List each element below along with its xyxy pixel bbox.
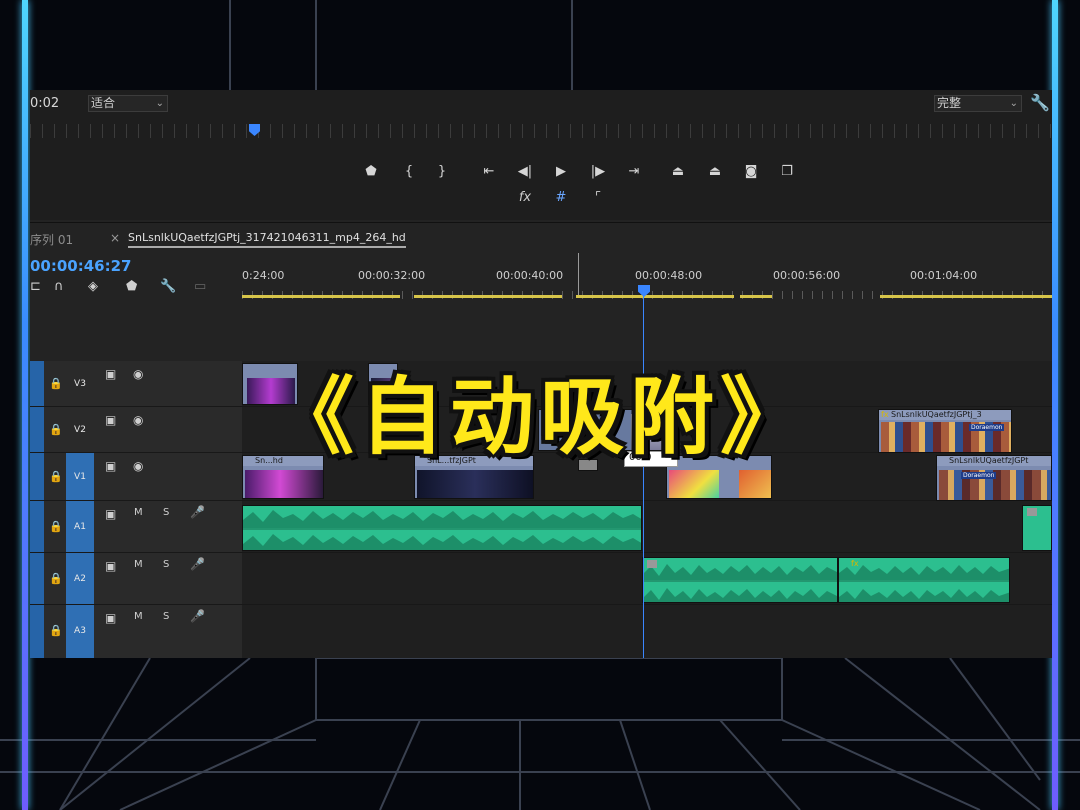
film-icon[interactable]: ▣ xyxy=(105,559,116,573)
clip-thumbnail xyxy=(739,470,771,498)
clip-thumbnail xyxy=(669,470,719,498)
grid-icon[interactable]: # xyxy=(550,188,572,208)
add-marker-icon[interactable]: ⬟ xyxy=(126,279,137,294)
solo-button[interactable]: S xyxy=(163,559,169,570)
render-bar xyxy=(880,295,1052,298)
track-label[interactable]: A1 xyxy=(66,501,94,552)
close-icon[interactable]: × xyxy=(110,231,120,245)
mute-button[interactable]: M xyxy=(134,507,143,518)
lock-icon[interactable]: 🔒 xyxy=(49,624,63,637)
go-to-in-icon[interactable]: ⇤ xyxy=(478,162,500,182)
solo-button[interactable]: S xyxy=(163,507,169,518)
snap-icon[interactable]: ∩ xyxy=(54,279,64,294)
track-label[interactable]: A2 xyxy=(66,553,94,604)
wrench-icon[interactable]: 🔧 xyxy=(1030,93,1050,112)
source-patch[interactable] xyxy=(30,501,44,552)
track-a3: 🔒 A3 ▣ M S 🎤 xyxy=(30,605,1052,658)
ruler-label: 00:00:48:00 xyxy=(635,269,703,282)
mark-out-icon[interactable]: } xyxy=(431,162,453,182)
fx-badge: fx xyxy=(851,559,859,568)
source-patch[interactable] xyxy=(30,605,44,658)
zoom-select-value: 适合 xyxy=(91,96,116,110)
tab-sequence-01[interactable]: 序列 01 xyxy=(30,231,73,248)
monitor-timecode: 0:02 xyxy=(30,96,60,111)
mark-in-icon[interactable]: { xyxy=(398,162,420,182)
chevron-down-icon: ⌄ xyxy=(1009,98,1018,109)
program-monitor: 0:02 适合 ⌄ 完整 ⌄ 🔧 ⬟ { } ⇤ ◀| ▶ |▶ ⇥ ⏏ ⏏ ◙… xyxy=(30,90,1052,220)
audio-clip[interactable] xyxy=(1022,505,1052,551)
extract-icon[interactable]: ⏏ xyxy=(704,162,726,182)
clip-marker-icon xyxy=(647,560,657,568)
microphone-icon[interactable]: 🎤 xyxy=(190,557,205,571)
lock-icon[interactable]: 🔒 xyxy=(49,520,63,533)
wrench-icon[interactable]: 🔧 xyxy=(160,279,176,294)
camera-icon[interactable]: ◙ xyxy=(740,162,762,182)
lift-icon[interactable]: ⏏ xyxy=(667,162,689,182)
clip-marker-icon xyxy=(1027,508,1037,516)
ruler-label: 00:00:40:00 xyxy=(496,269,564,282)
hover-indicator xyxy=(578,253,579,295)
compare-view-icon[interactable]: ❐ xyxy=(776,162,798,182)
go-to-out-icon[interactable]: ⇥ xyxy=(623,162,645,182)
safe-margins-icon[interactable]: ⌜ xyxy=(587,188,609,208)
microphone-icon[interactable]: 🎤 xyxy=(190,505,205,519)
transport-controls: ⬟ { } ⇤ ◀| ▶ |▶ ⇥ ⏏ ⏏ ◙ ❐ xyxy=(30,162,1052,182)
lock-icon[interactable]: 🔒 xyxy=(49,572,63,585)
ruler-label: 00:01:04:00 xyxy=(910,269,978,282)
thumbnail-badge: Doraemon xyxy=(961,472,997,479)
ruler-label: 0:24:00 xyxy=(242,269,285,282)
clip-thumbnail xyxy=(417,470,533,498)
chevron-down-icon: ⌄ xyxy=(155,98,164,109)
playhead-line[interactable] xyxy=(643,285,644,658)
solo-button[interactable]: S xyxy=(163,611,169,622)
mute-button[interactable]: M xyxy=(134,559,143,570)
quality-select-value: 完整 xyxy=(937,96,962,110)
track-lane-a2[interactable]: fx xyxy=(242,553,1052,604)
overlay-title: 《自动吸附》 xyxy=(269,368,810,466)
step-back-icon[interactable]: ◀| xyxy=(514,162,536,182)
render-bar xyxy=(242,295,400,298)
ruler-label: 00:00:32:00 xyxy=(358,269,426,282)
film-icon[interactable]: ▣ xyxy=(105,507,116,521)
source-patch[interactable] xyxy=(30,553,44,604)
fx-icon[interactable]: fx xyxy=(514,188,536,208)
track-header-a3: 🔒 A3 ▣ M S 🎤 xyxy=(30,605,242,658)
track-a1: 🔒 A1 ▣ M S 🎤 xyxy=(30,501,1052,553)
timeline-tools: ⊏ ∩ ◈ ⬟ 🔧 ▭ xyxy=(30,279,230,299)
mute-button[interactable]: M xyxy=(134,611,143,622)
audio-clip[interactable]: fx xyxy=(838,557,1010,603)
film-icon[interactable]: ▣ xyxy=(105,611,116,625)
track-a2: 🔒 A2 ▣ M S 🎤 fx xyxy=(30,553,1052,605)
track-header-a2: 🔒 A2 ▣ M S 🎤 xyxy=(30,553,242,604)
zoom-select[interactable]: 适合 ⌄ xyxy=(88,95,168,112)
marker-icon[interactable]: ⬟ xyxy=(360,162,382,182)
audio-waveform xyxy=(643,564,837,602)
step-forward-icon[interactable]: |▶ xyxy=(587,162,609,182)
lock-icon[interactable]: 🔒 xyxy=(49,470,63,483)
track-header-a1: 🔒 A1 ▣ M S 🎤 xyxy=(30,501,242,552)
microphone-icon[interactable]: 🎤 xyxy=(190,609,205,623)
nest-icon[interactable]: ⊏ xyxy=(30,279,41,294)
audio-waveform xyxy=(243,510,641,550)
render-bar xyxy=(740,295,772,298)
timeline-timecode[interactable]: 00:00:46:27 xyxy=(30,257,132,275)
ruler-label: 00:00:56:00 xyxy=(773,269,841,282)
tab-clip-sequence[interactable]: SnLsnlkUQaetfzJGPtj_317421046311_mp4_264… xyxy=(128,231,406,248)
clip-thumbnail xyxy=(245,470,323,498)
audio-clip[interactable] xyxy=(242,505,642,551)
track-label[interactable]: A3 xyxy=(66,605,94,658)
captions-icon[interactable]: ▭ xyxy=(194,279,206,294)
audio-clip[interactable] xyxy=(642,557,838,603)
monitor-ruler[interactable] xyxy=(30,124,1052,138)
audio-waveform xyxy=(839,565,1009,602)
track-lane-a3[interactable] xyxy=(242,605,1052,658)
quality-select[interactable]: 完整 ⌄ xyxy=(934,95,1022,112)
render-bar xyxy=(576,295,734,298)
track-lane-a1[interactable] xyxy=(242,501,1052,552)
time-ruler[interactable]: 0:24:00 00:00:32:00 00:00:40:00 00:00:48… xyxy=(242,263,1052,303)
linked-selection-icon[interactable]: ◈ xyxy=(88,279,98,294)
render-bar xyxy=(414,295,562,298)
play-icon[interactable]: ▶ xyxy=(550,162,572,182)
